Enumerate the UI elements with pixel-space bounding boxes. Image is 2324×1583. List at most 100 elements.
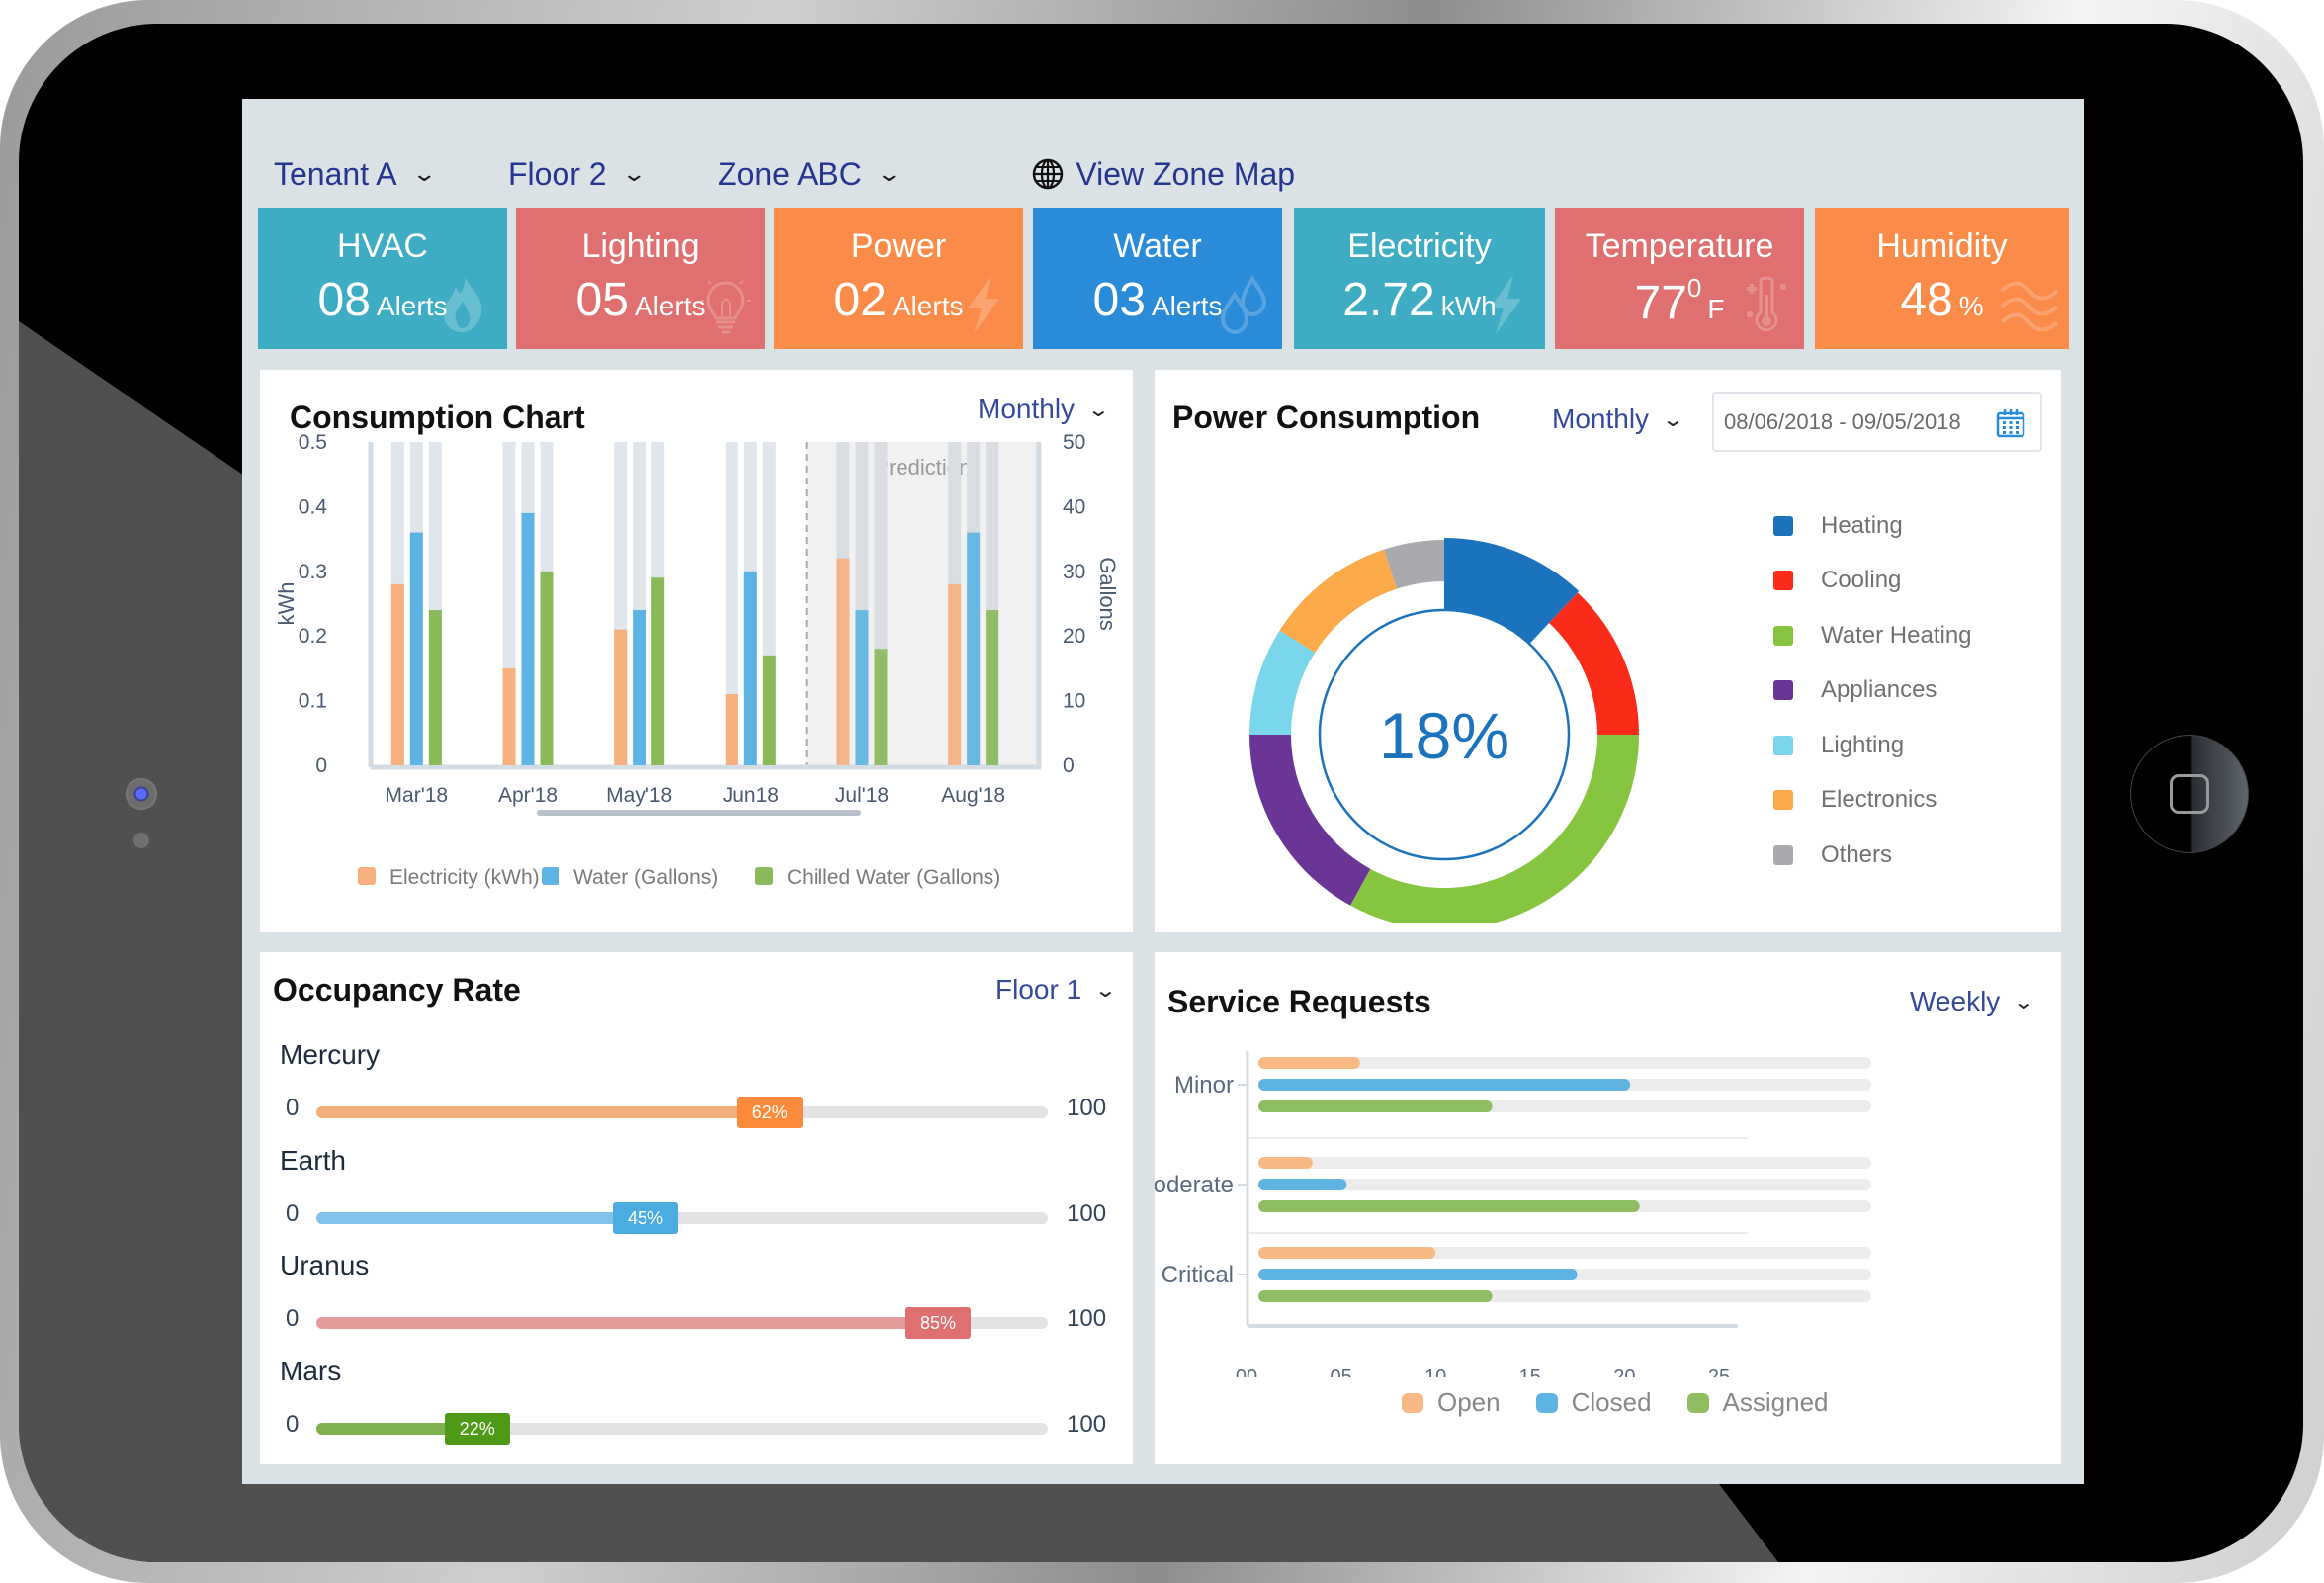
slider-max-label: 100 [1067,1199,1107,1227]
occupancy-slider[interactable]: 22% [316,1412,1048,1445]
slider-handle[interactable]: 85% [905,1307,971,1339]
y-tick-label: 0.2 [299,625,327,648]
legend-item[interactable]: Water Heating [1773,608,1972,663]
bar-chilled[interactable] [540,571,554,765]
chevron-down-icon: ⌄ [620,161,646,186]
drops-icon [1220,275,1267,335]
occupancy-slider[interactable]: 85% [316,1307,1048,1339]
occupancy-slider[interactable]: 45% [316,1201,1048,1234]
bar-open[interactable] [1258,1247,1436,1259]
slider-handle[interactable]: 22% [444,1412,510,1445]
power-period-label: Monthly [1552,403,1650,434]
chevron-down-icon: ⌄ [1093,979,1118,1002]
bar-open[interactable] [1258,1057,1360,1069]
x-tick-label: Jul'18 [835,784,889,807]
legend-label: Chilled Water (Gallons) [787,866,1000,889]
bar-water[interactable] [409,532,423,765]
floor-label: Floor 2 [507,155,607,192]
slider-min-label: 0 [286,1095,300,1121]
legend-item[interactable]: Cooling [1773,554,1972,609]
occupancy-floor-dropdown[interactable]: Floor 1 ⌄ [995,974,1118,1006]
bar-open[interactable] [1258,1157,1313,1169]
legend-swatch [358,867,376,885]
stat-card-temperature[interactable]: Temperature 770F [1555,208,1804,349]
stat-card-lighting[interactable]: Lighting 05 Alerts [516,208,765,349]
legend-label: Appliances [1821,676,1937,704]
bar-electricity[interactable] [948,583,962,765]
y-right-tick-label: 0 [1063,754,1075,777]
stat-card-water[interactable]: Water 03 Alerts [1033,208,1282,349]
occupancy-slider[interactable]: 62% [316,1097,1048,1128]
legend-item[interactable]: Appliances [1773,663,1972,719]
x-tick-label: Aug'18 [941,784,1005,807]
stat-card-title: HVAC [337,227,428,265]
zone-dropdown[interactable]: Zone ABC ⌄ [718,156,902,193]
view-zone-map-label: View Zone Map [1076,155,1296,192]
bar-chilled[interactable] [986,610,999,765]
dashboard-screen: Tenant A ⌄ Floor 2 ⌄ Zone ABC ⌄ View Zon… [242,99,2084,1484]
bar-water[interactable] [743,571,757,765]
bar-electricity[interactable] [836,558,850,765]
calendar-icon[interactable] [1995,407,2026,439]
x-tick-label: 25 [1708,1366,1730,1377]
legend-swatch [1773,844,1793,865]
power-donut-chart: 18% [1249,538,1639,923]
legend-item[interactable]: Heating [1773,498,1972,554]
bar-electricity[interactable] [502,667,516,765]
legend-item[interactable]: Open [1402,1387,1501,1418]
legend-item[interactable]: Others [1773,828,1972,883]
view-zone-map-link[interactable]: View Zone Map [1032,156,1295,193]
x-tick-label: 20 [1613,1366,1635,1377]
bar-water[interactable] [633,610,646,765]
bar-electricity[interactable] [614,629,628,765]
bar-assigned[interactable] [1258,1290,1493,1302]
horizontal-scrollbar[interactable] [537,810,861,816]
legend-item[interactable]: Electronics [1773,773,1972,829]
stat-card-power[interactable]: Power 02 Alerts [774,208,1023,349]
bar-closed[interactable] [1258,1269,1578,1280]
legend-swatch [1773,735,1793,755]
stat-card-unit: % [1958,291,1984,321]
stat-card-title: Humidity [1876,227,2008,265]
bar-water[interactable] [855,610,869,765]
power-period-dropdown[interactable]: Monthly ⌄ [1552,403,1684,435]
bar-assigned[interactable] [1258,1200,1640,1212]
legend-swatch [1535,1392,1558,1413]
bar-electricity[interactable] [390,583,404,765]
slider-handle[interactable]: 45% [613,1201,678,1234]
stat-card-humidity[interactable]: Humidity 48% [1815,208,2069,349]
x-tick-label: 15 [1519,1366,1541,1377]
slider-max-label: 100 [1067,1410,1107,1438]
service-chart: Minor Moderate Critical 00 05 10 15 20 25 [1155,1051,1871,1377]
bar-assigned[interactable] [1258,1100,1493,1112]
bar-chilled[interactable] [428,610,442,765]
legend-item[interactable]: Closed [1535,1387,1652,1418]
date-range-picker[interactable]: 08/06/2018 - 09/05/2018 [1712,392,2042,452]
slider-handle[interactable]: 62% [736,1097,803,1128]
home-button[interactable] [2130,735,2249,853]
legend-label: Heating [1821,511,1903,539]
bar-chilled[interactable] [651,577,665,765]
category-label: Critical [1162,1262,1234,1288]
stat-card-title: Electricity [1347,227,1492,265]
tenant-dropdown[interactable]: Tenant A ⌄ [274,156,437,193]
bar-electricity[interactable] [725,694,738,765]
bar-chilled[interactable] [874,649,888,765]
bar-water[interactable] [967,532,981,765]
bar-closed[interactable] [1258,1179,1347,1190]
stat-card-electricity[interactable]: Electricity 2.72 kWh [1294,208,1545,349]
stat-card-title: Water [1113,227,1202,265]
bar-chilled[interactable] [762,655,776,765]
stat-card-hvac[interactable]: HVAC 08 Alerts [258,208,507,349]
bar-closed[interactable] [1258,1079,1631,1091]
stat-card-number: 2.72 [1342,274,1435,326]
legend-item[interactable]: Assigned [1686,1387,1829,1418]
x-tick-label: 10 [1424,1366,1446,1377]
x-tick-label: Jun18 [723,784,779,807]
y-tick-label: 0.3 [299,561,327,583]
stat-card-unit: F [1707,294,1725,324]
sensor-icon [133,833,149,848]
legend-item[interactable]: Lighting [1773,718,1972,773]
bar-water[interactable] [521,512,535,765]
floor-dropdown[interactable]: Floor 2 ⌄ [507,155,646,193]
